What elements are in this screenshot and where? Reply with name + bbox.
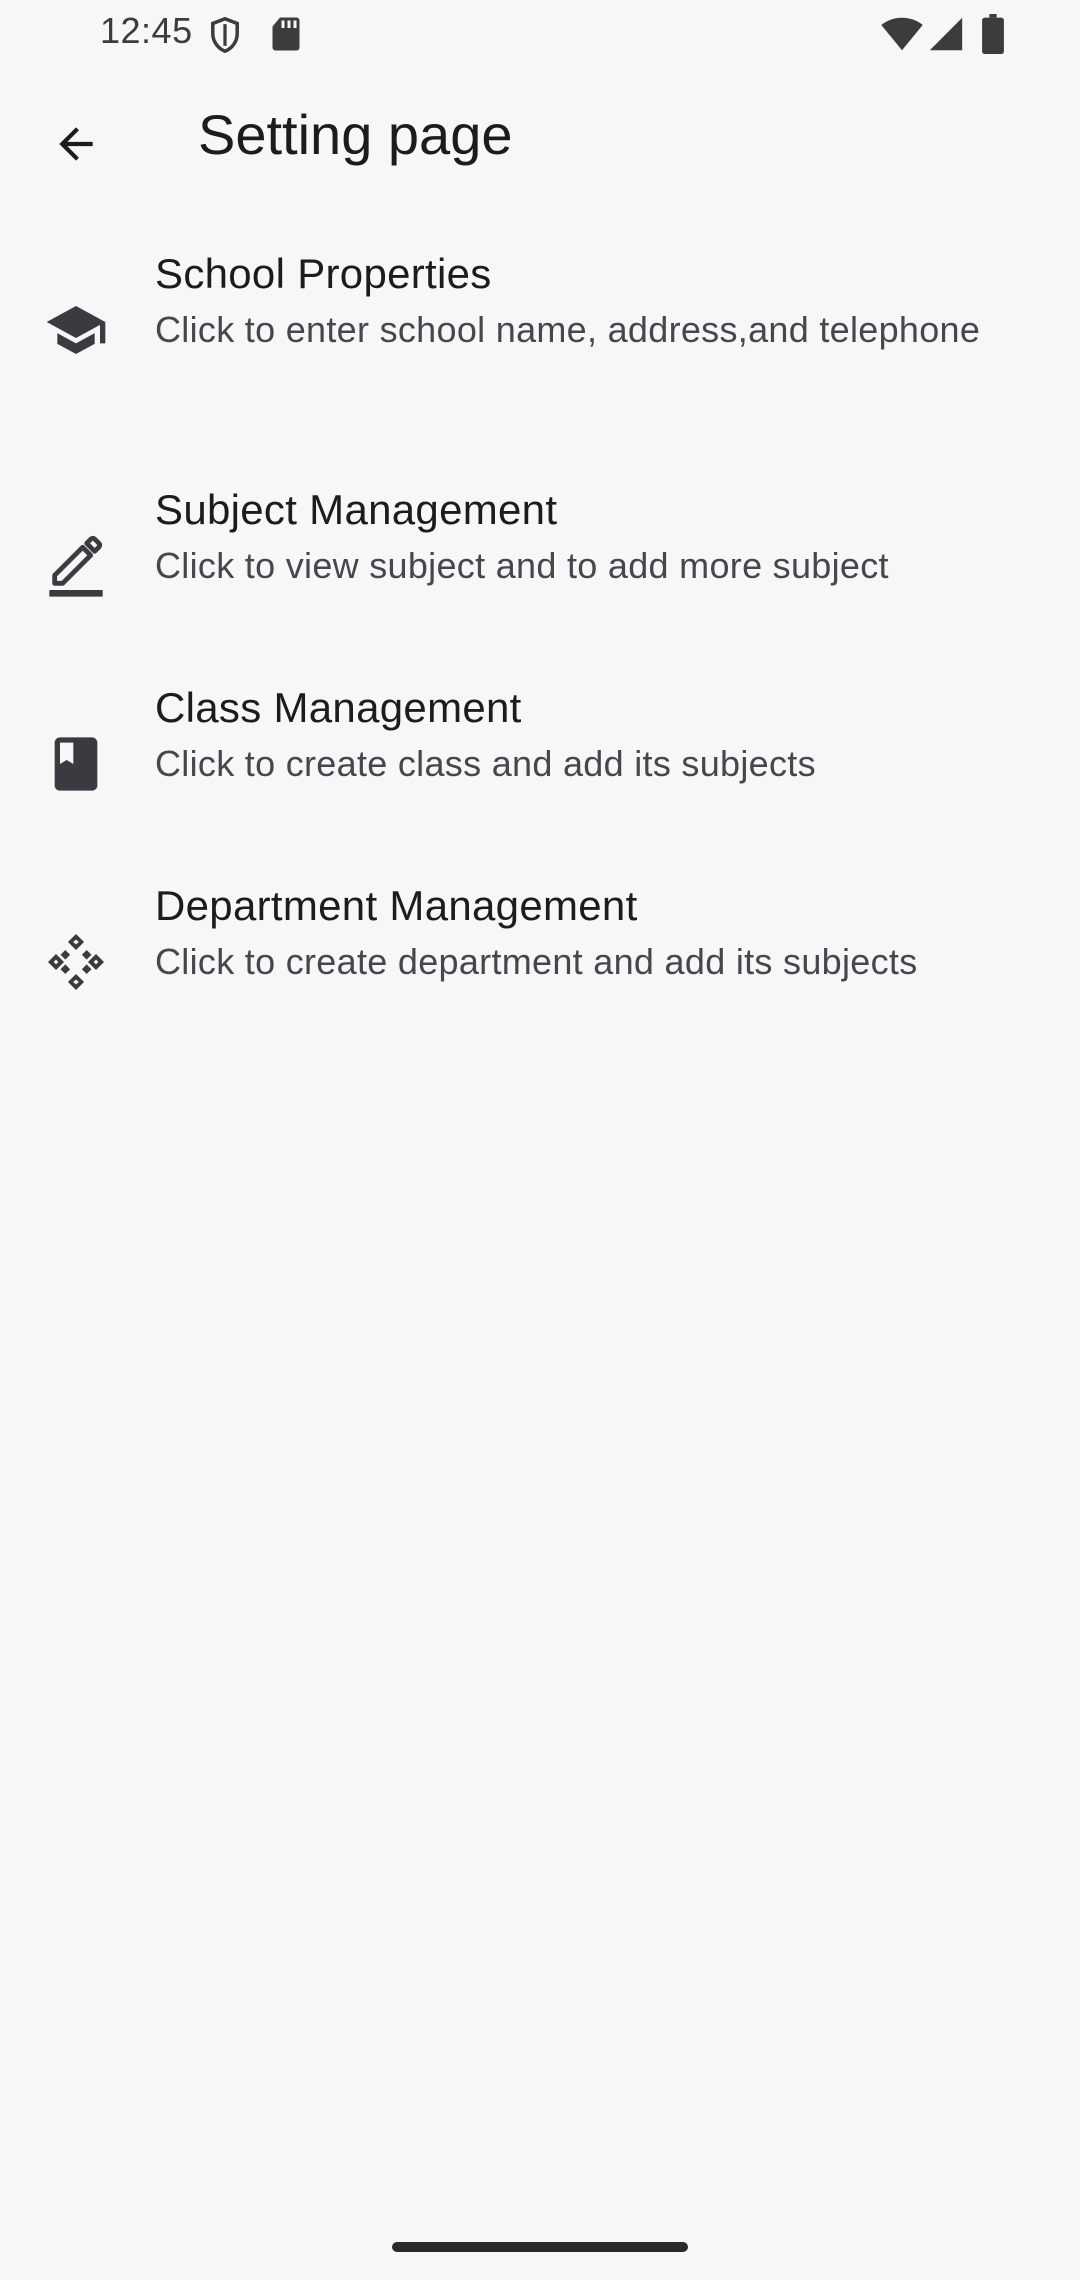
app-bar: Setting page — [0, 66, 1080, 220]
arrow-back-icon — [51, 119, 101, 174]
item-title: Class Management — [155, 684, 522, 731]
list-item-class-management[interactable]: Class Management Click to create class a… — [0, 670, 1080, 868]
status-time: 12:45 — [100, 10, 193, 51]
item-title: School Properties — [155, 250, 492, 297]
back-button[interactable] — [36, 106, 116, 186]
item-subtitle: Click to view subject and to add more su… — [155, 545, 889, 586]
book-icon — [44, 732, 108, 796]
settings-screen: 12:45 Setting page School Properties Cli… — [0, 0, 1080, 2280]
list-item-department-management[interactable]: Department Management Click to create de… — [0, 868, 1080, 1066]
item-subtitle: Click to enter school name, address,and … — [155, 309, 981, 350]
item-title: Department Management — [155, 882, 638, 929]
item-title: Subject Management — [155, 486, 558, 533]
shield-icon — [208, 16, 242, 59]
wifi-icon — [880, 16, 924, 57]
sd-card-icon — [270, 16, 302, 57]
item-subtitle: Click to create department and add its s… — [155, 941, 918, 982]
gesture-nav-handle[interactable] — [392, 2242, 688, 2252]
list-item-school-properties[interactable]: School Properties Click to enter school … — [0, 236, 1080, 472]
status-bar: 12:45 — [0, 0, 1080, 66]
list-item-subject-management[interactable]: Subject Management Click to view subject… — [0, 472, 1080, 670]
edit-pen-icon — [44, 534, 108, 598]
battery-icon — [982, 14, 1004, 59]
item-subtitle: Click to create class and add its subjec… — [155, 743, 816, 784]
signal-icon — [928, 16, 964, 57]
settings-list: School Properties Click to enter school … — [0, 236, 1080, 1066]
page-title: Setting page — [198, 103, 513, 166]
workspaces-icon — [44, 930, 108, 994]
school-icon — [44, 298, 108, 362]
